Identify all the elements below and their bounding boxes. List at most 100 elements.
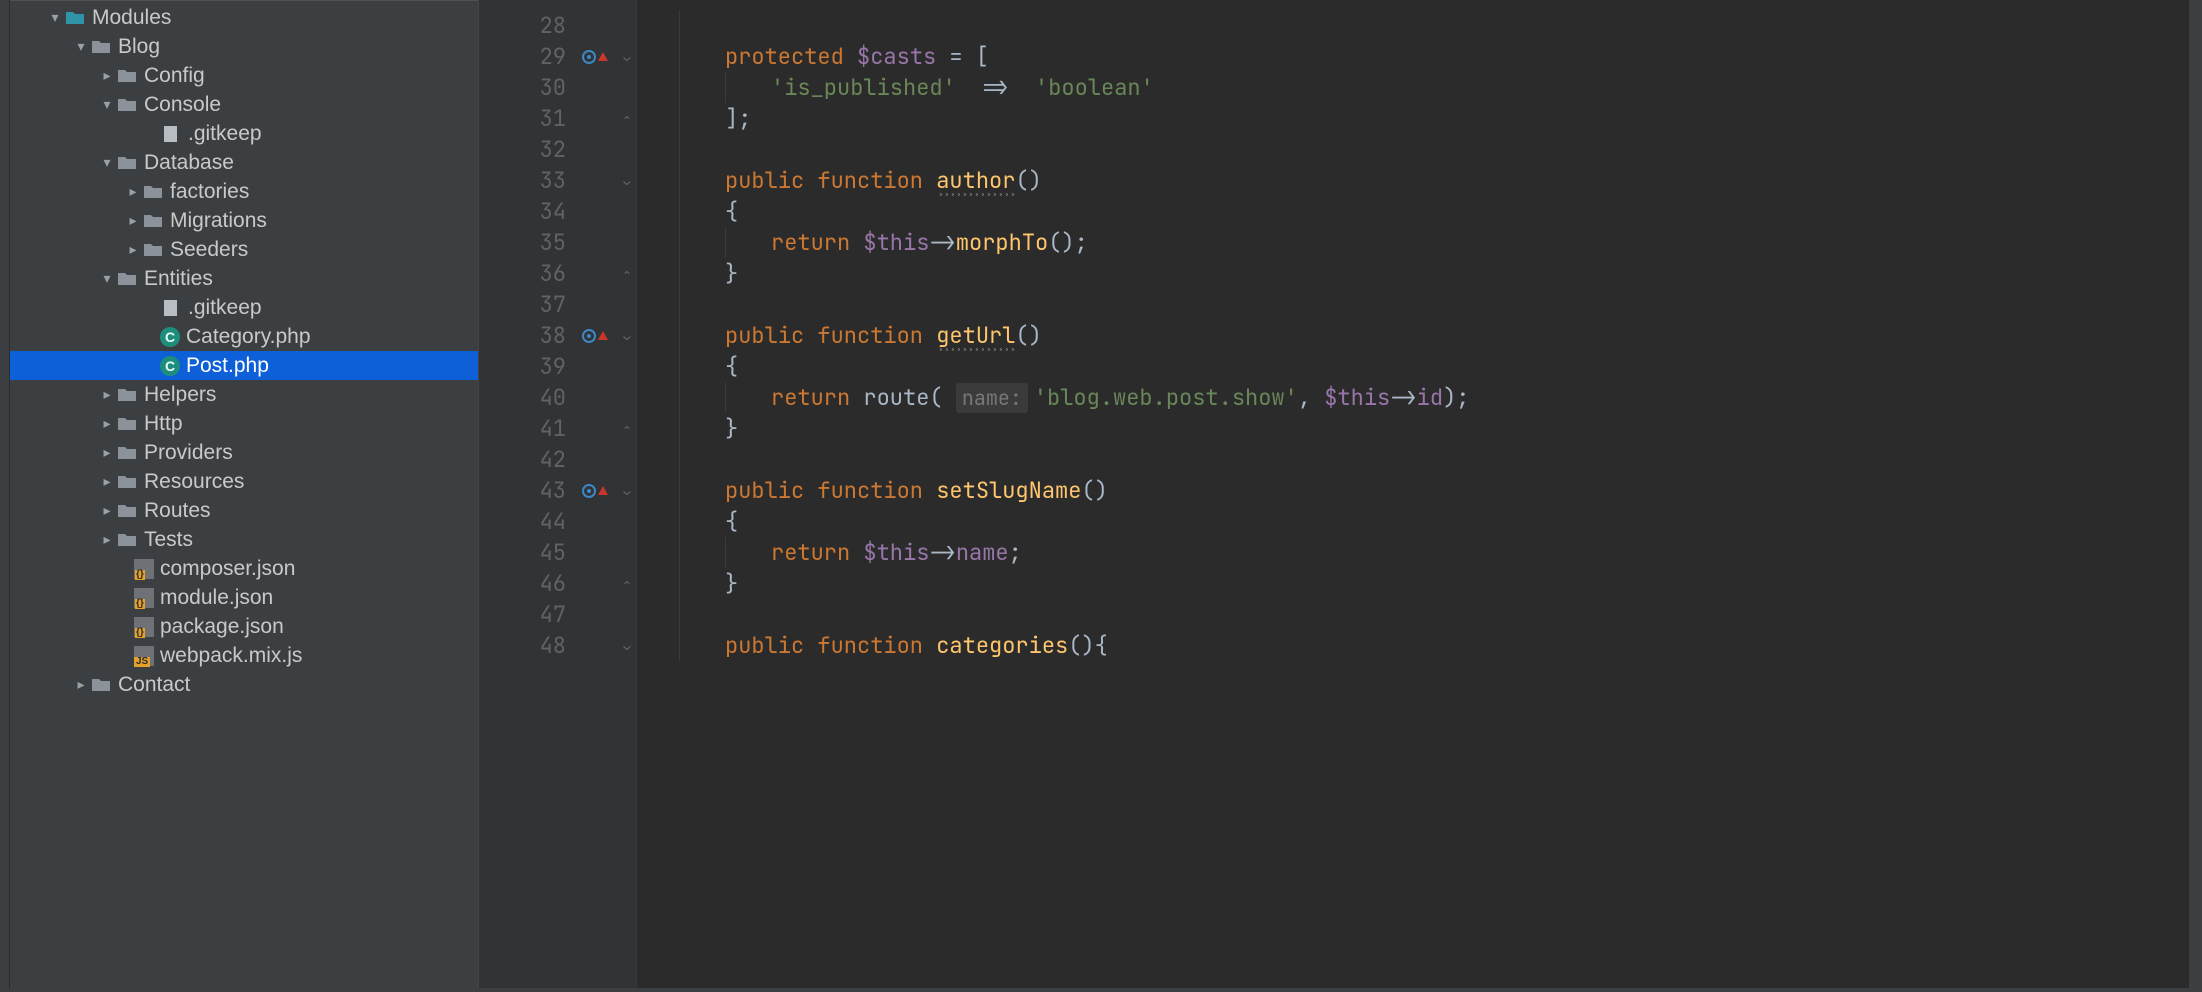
line-number[interactable]: 34 <box>479 196 580 227</box>
gutter-marker[interactable] <box>580 382 618 413</box>
tree-item-migrations[interactable]: ▸ Migrations <box>10 206 478 235</box>
chevron-right-icon[interactable]: ▸ <box>98 502 116 519</box>
chevron-down-icon[interactable]: ▾ <box>98 96 116 113</box>
tree-item-database[interactable]: ▾ Database <box>10 148 478 177</box>
fold-handle[interactable]: ⌄ <box>618 165 636 196</box>
line-number[interactable]: 41 <box>479 413 580 444</box>
line-number[interactable]: 30 <box>479 72 580 103</box>
line-number[interactable]: 43 <box>479 475 580 506</box>
gutter-marker[interactable] <box>580 103 618 134</box>
chevron-right-icon[interactable]: ▸ <box>98 444 116 461</box>
fold-handle[interactable] <box>618 506 636 537</box>
fold-handle[interactable]: ⌄ <box>618 475 636 506</box>
fold-handle[interactable] <box>618 537 636 568</box>
fold-handle[interactable] <box>618 444 636 475</box>
override-icon[interactable] <box>582 484 596 498</box>
up-arrow-icon[interactable] <box>598 486 608 495</box>
gutter-marker[interactable] <box>580 630 618 661</box>
tree-item-gitkeep[interactable]: .gitkeep <box>10 293 478 322</box>
tree-item-post-php[interactable]: C Post.php <box>10 351 478 380</box>
gutter-marker[interactable] <box>580 289 618 320</box>
gutter-marker[interactable] <box>580 351 618 382</box>
line-number[interactable]: 31 <box>479 103 580 134</box>
tree-item-http[interactable]: ▸ Http <box>10 409 478 438</box>
fold-handle[interactable]: ⌄ <box>618 320 636 351</box>
tree-item-module-json[interactable]: module.json <box>10 583 478 612</box>
line-number[interactable]: 40 <box>479 382 580 413</box>
gutter-marker[interactable] <box>580 258 618 289</box>
tree-item-entities[interactable]: ▾ Entities <box>10 264 478 293</box>
tree-item-modules[interactable]: ▾ Modules <box>10 3 478 32</box>
chevron-right-icon[interactable]: ▸ <box>98 67 116 84</box>
chevron-right-icon[interactable]: ▸ <box>72 676 90 693</box>
chevron-right-icon[interactable]: ▸ <box>124 212 142 229</box>
tree-item-helpers[interactable]: ▸ Helpers <box>10 380 478 409</box>
chevron-down-icon[interactable]: ▾ <box>98 154 116 171</box>
code-area[interactable]: protected $casts = [ 'is_published' => '… <box>636 0 2188 992</box>
fold-handle[interactable] <box>618 351 636 382</box>
tool-rail-left[interactable] <box>0 0 10 992</box>
marker-gutter[interactable] <box>580 0 618 992</box>
tree-item-webpack-mix-js[interactable]: webpack.mix.js <box>10 641 478 670</box>
fold-handle[interactable] <box>618 599 636 630</box>
line-number[interactable]: 28 <box>479 10 580 41</box>
line-number[interactable]: 37 <box>479 289 580 320</box>
fold-handle[interactable]: ⌃ <box>618 103 636 134</box>
gutter-marker[interactable] <box>580 506 618 537</box>
tree-item-seeders[interactable]: ▸ Seeders <box>10 235 478 264</box>
tree-item-package-json[interactable]: package.json <box>10 612 478 641</box>
line-number[interactable]: 35 <box>479 227 580 258</box>
chevron-down-icon[interactable]: ▾ <box>98 270 116 287</box>
up-arrow-icon[interactable] <box>598 331 608 340</box>
gutter-marker[interactable] <box>580 444 618 475</box>
project-tree[interactable]: ▾ Modules ▾ Blog ▸ Config ▾ Console <box>10 0 478 992</box>
tree-item-gitkeep[interactable]: .gitkeep <box>10 119 478 148</box>
line-number[interactable]: 44 <box>479 506 580 537</box>
tree-item-providers[interactable]: ▸ Providers <box>10 438 478 467</box>
tree-item-routes[interactable]: ▸ Routes <box>10 496 478 525</box>
line-number[interactable]: 36 <box>479 258 580 289</box>
gutter-marker[interactable] <box>580 413 618 444</box>
gutter-marker[interactable] <box>580 227 618 258</box>
fold-handle[interactable] <box>618 382 636 413</box>
tree-item-console[interactable]: ▾ Console <box>10 90 478 119</box>
up-arrow-icon[interactable] <box>598 52 608 61</box>
gutter-marker[interactable] <box>580 320 618 351</box>
line-number[interactable]: 39 <box>479 351 580 382</box>
tree-item-blog[interactable]: ▾ Blog <box>10 32 478 61</box>
tree-item-factories[interactable]: ▸ factories <box>10 177 478 206</box>
chevron-right-icon[interactable]: ▸ <box>98 473 116 490</box>
fold-handle[interactable] <box>618 72 636 103</box>
line-number[interactable]: 46 <box>479 568 580 599</box>
fold-gutter[interactable]: ⌄⌃⌄⌃⌄⌃⌄⌃⌄ <box>618 0 636 992</box>
fold-handle[interactable] <box>618 196 636 227</box>
tree-item-contact[interactable]: ▸ Contact <box>10 670 478 699</box>
gutter-marker[interactable] <box>580 599 618 630</box>
line-number[interactable]: 32 <box>479 134 580 165</box>
chevron-down-icon[interactable]: ▾ <box>72 38 90 55</box>
override-icon[interactable] <box>582 329 596 343</box>
code-editor[interactable]: 2829303132333435363738394041424344454647… <box>478 0 2202 992</box>
error-stripe[interactable] <box>2188 0 2202 992</box>
fold-handle[interactable] <box>618 289 636 320</box>
line-number[interactable]: 48 <box>479 630 580 661</box>
gutter-marker[interactable] <box>580 475 618 506</box>
gutter-marker[interactable] <box>580 196 618 227</box>
tree-item-category-php[interactable]: C Category.php <box>10 322 478 351</box>
tree-item-resources[interactable]: ▸ Resources <box>10 467 478 496</box>
gutter-marker[interactable] <box>580 10 618 41</box>
line-number[interactable]: 45 <box>479 537 580 568</box>
line-number[interactable]: 33 <box>479 165 580 196</box>
fold-handle[interactable]: ⌃ <box>618 413 636 444</box>
chevron-down-icon[interactable]: ▾ <box>46 9 64 26</box>
chevron-right-icon[interactable]: ▸ <box>124 241 142 258</box>
tree-item-config[interactable]: ▸ Config <box>10 61 478 90</box>
fold-handle[interactable]: ⌃ <box>618 568 636 599</box>
line-number[interactable]: 42 <box>479 444 580 475</box>
gutter-marker[interactable] <box>580 41 618 72</box>
fold-handle[interactable]: ⌄ <box>618 41 636 72</box>
line-number[interactable]: 38 <box>479 320 580 351</box>
chevron-right-icon[interactable]: ▸ <box>98 531 116 548</box>
gutter-marker[interactable] <box>580 165 618 196</box>
line-number[interactable]: 47 <box>479 599 580 630</box>
